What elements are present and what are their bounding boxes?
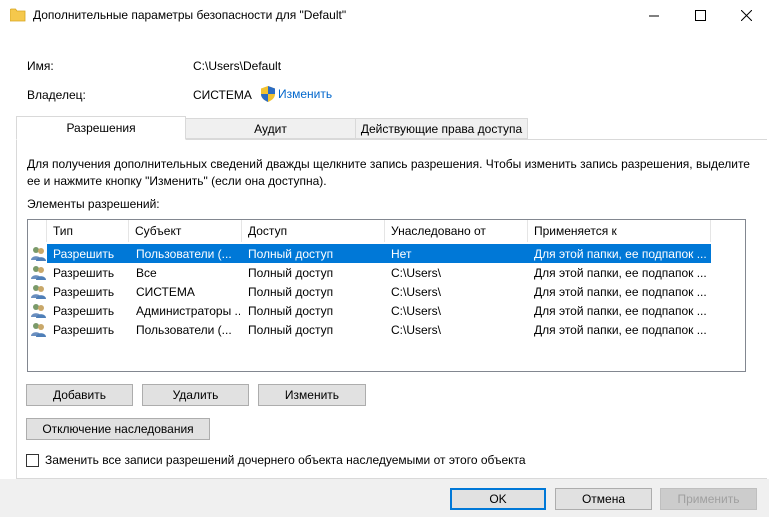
users-group-icon bbox=[30, 264, 47, 281]
add-button-label: Добавить bbox=[52, 388, 107, 402]
cell-type: Разрешить bbox=[53, 322, 115, 337]
minimize-icon bbox=[648, 15, 659, 17]
permission-entries-list[interactable]: Тип Субъект Доступ Унаследовано от Приме… bbox=[27, 219, 746, 372]
cell-applies: Для этой папки, ее подпапок ... bbox=[534, 322, 707, 337]
replace-child-permissions-checkbox[interactable] bbox=[26, 453, 39, 467]
maximize-icon bbox=[694, 10, 706, 21]
table-row[interactable]: Разрешить Администраторы ... Полный доступ… bbox=[28, 301, 745, 320]
column-header-applies-label: Применяется к bbox=[534, 224, 617, 238]
column-header-type[interactable]: Тип bbox=[47, 220, 129, 242]
column-header-subject[interactable]: Субъект bbox=[129, 220, 242, 242]
column-header-access[interactable]: Доступ bbox=[242, 220, 385, 242]
cancel-button[interactable]: Отмена bbox=[555, 488, 652, 510]
owner-value: СИСТЕМА bbox=[193, 88, 252, 102]
apply-button-label: Применить bbox=[677, 492, 740, 506]
cell-subject: Все bbox=[136, 265, 157, 280]
name-value: C:\Users\Default bbox=[193, 59, 282, 73]
table-row[interactable]: Разрешить Все Полный доступ C:\Users\ Для эт… bbox=[28, 263, 745, 282]
cell-applies: Для этой папки, ее подпапок ... bbox=[534, 265, 707, 280]
uac-shield-icon bbox=[261, 86, 275, 102]
cancel-button-label: Отмена bbox=[581, 492, 626, 506]
table-row[interactable]: Разрешить Пользователи (... Полный доступ Н… bbox=[28, 244, 745, 263]
cell-access: Полный доступ bbox=[248, 284, 334, 299]
column-header-subject-label: Субъект bbox=[135, 224, 182, 238]
folder-icon bbox=[10, 8, 26, 22]
column-header-inherited-label: Унаследовано от bbox=[391, 224, 486, 238]
cell-type: Разрешить bbox=[53, 303, 115, 318]
column-header-type-label: Тип bbox=[53, 224, 74, 238]
cell-type: Разрешить bbox=[53, 265, 115, 280]
tab-audit-label: Аудит bbox=[254, 121, 287, 136]
tab-effective-access[interactable]: Действующие права доступа bbox=[355, 118, 528, 139]
tab-effective-access-label: Действующие права доступа bbox=[360, 121, 523, 136]
cell-access: Полный доступ bbox=[248, 246, 334, 261]
column-header-icon bbox=[28, 220, 47, 242]
ok-button[interactable]: OK bbox=[450, 488, 546, 510]
cell-subject: Администраторы ... bbox=[136, 303, 240, 318]
tab-permissions-label: Разрешения bbox=[66, 121, 136, 135]
minimize-button[interactable] bbox=[631, 0, 677, 31]
edit-button[interactable]: Изменить bbox=[258, 384, 366, 406]
remove-button[interactable]: Удалить bbox=[142, 384, 249, 406]
cell-applies: Для этой папки, ее подпапок ... bbox=[534, 246, 707, 261]
close-button[interactable] bbox=[723, 0, 769, 31]
users-group-icon bbox=[30, 321, 47, 338]
name-label: Имя: bbox=[27, 59, 54, 73]
cell-access: Полный доступ bbox=[248, 265, 334, 280]
table-row[interactable]: Разрешить СИСТЕМА Полный доступ C:\Users\ Дл… bbox=[28, 282, 745, 301]
owner-label: Владелец: bbox=[27, 88, 86, 102]
users-group-icon bbox=[30, 283, 47, 300]
replace-child-permissions-option[interactable]: Заменить все записи разрешений дочернего… bbox=[26, 453, 526, 467]
users-group-icon bbox=[30, 245, 47, 262]
replace-child-permissions-label: Заменить все записи разрешений дочернего… bbox=[45, 453, 526, 467]
cell-subject: Пользователи (... bbox=[136, 322, 232, 337]
maximize-button[interactable] bbox=[677, 0, 723, 31]
cell-access: Полный доступ bbox=[248, 322, 334, 337]
dialog-button-bar bbox=[0, 479, 769, 517]
disable-inheritance-button[interactable]: Отключение наследования bbox=[26, 418, 210, 440]
cell-subject: Пользователи (... bbox=[136, 246, 232, 261]
cell-type: Разрешить bbox=[53, 246, 115, 261]
permission-entries-label: Элементы разрешений: bbox=[27, 197, 160, 211]
cell-access: Полный доступ bbox=[248, 303, 334, 318]
title-bar: Дополнительные параметры безопасности дл… bbox=[0, 0, 769, 31]
tab-permissions[interactable]: Разрешения bbox=[16, 116, 186, 140]
cell-applies: Для этой папки, ее подпапок ... bbox=[534, 303, 707, 318]
close-icon bbox=[740, 10, 752, 21]
column-header-applies[interactable]: Применяется к bbox=[528, 220, 711, 242]
users-group-icon bbox=[30, 302, 47, 319]
cell-applies: Для этой папки, ее подпапок ... bbox=[534, 284, 707, 299]
cell-subject: СИСТЕМА bbox=[136, 284, 195, 299]
cell-inherited: C:\Users\ bbox=[391, 284, 442, 299]
change-owner-label: Изменить bbox=[278, 87, 333, 101]
info-text: Для получения дополнительных сведений дв… bbox=[27, 157, 750, 188]
tab-audit[interactable]: Аудит bbox=[185, 118, 356, 139]
list-header: Тип Субъект Доступ Унаследовано от Приме… bbox=[28, 220, 745, 242]
apply-button[interactable]: Применить bbox=[660, 488, 757, 510]
cell-inherited: C:\Users\ bbox=[391, 265, 442, 280]
cell-inherited: C:\Users\ bbox=[391, 303, 442, 318]
cell-type: Разрешить bbox=[53, 284, 115, 299]
remove-button-label: Удалить bbox=[172, 388, 219, 402]
ok-button-label: OK bbox=[489, 492, 507, 506]
cell-inherited: Нет bbox=[391, 246, 412, 261]
table-row[interactable]: Разрешить Пользователи (... Полный доступ C… bbox=[28, 320, 745, 339]
change-owner-link[interactable]: Изменить bbox=[261, 86, 332, 102]
disable-inheritance-label: Отключение наследования bbox=[42, 422, 194, 436]
column-header-inherited[interactable]: Унаследовано от bbox=[385, 220, 528, 242]
edit-button-label: Изменить bbox=[284, 388, 340, 402]
window-title: Дополнительные параметры безопасности дл… bbox=[33, 8, 347, 22]
cell-inherited: C:\Users\ bbox=[391, 322, 442, 337]
add-button[interactable]: Добавить bbox=[26, 384, 133, 406]
column-header-access-label: Доступ bbox=[248, 224, 288, 238]
